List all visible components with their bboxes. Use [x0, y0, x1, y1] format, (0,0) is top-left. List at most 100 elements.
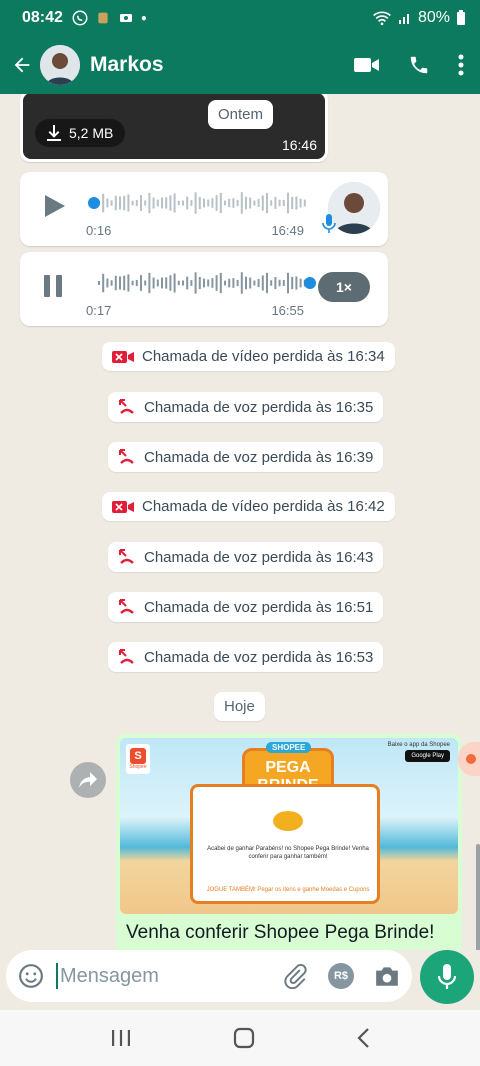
nav-back-icon[interactable]	[356, 1027, 370, 1049]
waveform-bar	[140, 195, 142, 211]
arrow-left-icon	[14, 57, 30, 73]
pause-icon[interactable]	[42, 274, 66, 298]
waveform-bar	[287, 272, 289, 294]
waveform-bar	[228, 278, 231, 288]
video-thumbnail: 5,2 MB 16:46	[23, 94, 325, 159]
waveform-bar	[232, 198, 235, 208]
waveform-bar	[148, 272, 151, 294]
waveform-bar	[224, 200, 226, 206]
google-play-caption: Baixe o app da Shopee	[387, 742, 450, 748]
waveform-bar	[161, 197, 163, 209]
shopee-label: Shopee	[129, 764, 147, 770]
playback-speed-button[interactable]: 1×	[318, 272, 370, 302]
waveform-bar	[303, 199, 306, 207]
missed-call-text: Chamada de voz perdida às 16:53	[144, 648, 374, 666]
playhead-handle[interactable]	[88, 197, 100, 209]
waveform-bar	[169, 275, 172, 291]
playhead-handle[interactable]	[304, 277, 316, 289]
audio-time-2: 16:55	[271, 303, 304, 318]
waveform-bar	[295, 276, 298, 290]
recent-apps-icon[interactable]	[110, 1029, 132, 1047]
waveform-bar	[224, 280, 226, 286]
waveform-bar	[198, 196, 201, 210]
floating-bubble[interactable]	[458, 742, 480, 776]
forward-button[interactable]	[70, 762, 106, 798]
link-preview-message[interactable]: S Shopee PEGA BRINDE SHOPEE Baixe o app …	[116, 734, 462, 950]
home-icon[interactable]	[233, 1027, 255, 1049]
missed-voice-call-icon	[119, 649, 134, 664]
waveform-bar	[219, 272, 222, 294]
missed-call-text: Chamada de voz perdida às 16:35	[144, 398, 374, 416]
waveform-bar	[211, 278, 214, 288]
missed-call-5[interactable]: Chamada de voz perdida às 16:43	[108, 542, 384, 572]
waveform-bar	[215, 275, 218, 291]
camera-icon[interactable]	[374, 964, 400, 988]
waveform-bar	[152, 197, 155, 209]
link-preview-image[interactable]: S Shopee PEGA BRINDE SHOPEE Baixe o app …	[120, 738, 458, 914]
missed-voice-call-icon	[119, 399, 134, 414]
video-time: 16:46	[281, 137, 317, 153]
missed-call-7[interactable]: Chamada de voz perdida às 16:53	[108, 642, 384, 672]
scrollbar[interactable]	[476, 844, 480, 950]
payment-icon[interactable]: R$	[328, 963, 354, 989]
waveform-bar	[282, 199, 285, 207]
forward-icon	[79, 772, 97, 788]
whatsapp-notification-icon	[72, 10, 88, 26]
signal-icon	[398, 14, 409, 24]
voice-message-1[interactable]: 0:16 16:49	[20, 172, 388, 246]
message-input[interactable]: Mensagem	[56, 963, 282, 989]
waveform-bar	[123, 275, 126, 291]
waveform-bar	[156, 199, 159, 207]
emoji-icon[interactable]	[18, 963, 44, 989]
missed-voice-call-icon	[119, 449, 134, 464]
waveform-bar	[278, 199, 281, 207]
chat-header: Markos	[0, 36, 480, 94]
waveform-bar	[257, 198, 260, 208]
waveform-bar	[127, 194, 130, 212]
waveform-bar	[203, 198, 205, 208]
waveform-bar	[207, 199, 210, 207]
missed-call-4[interactable]: Chamada de vídeo perdida às 16:42	[102, 492, 395, 521]
waveform-bar	[249, 197, 252, 209]
download-button[interactable]: 5,2 MB	[35, 119, 126, 147]
app-notification-icon	[98, 12, 108, 24]
waveform-2[interactable]	[88, 268, 318, 298]
contact-avatar[interactable]	[40, 45, 80, 85]
waveform-bar	[110, 200, 113, 206]
waveform-bar	[270, 200, 273, 206]
phone-call-icon[interactable]	[408, 54, 430, 76]
waveform-bar	[135, 279, 138, 287]
missed-call-2[interactable]: Chamada de voz perdida às 16:35	[108, 392, 384, 422]
waveform-bar	[102, 193, 105, 213]
shopee-bag-icon: S	[130, 748, 146, 764]
missed-call-text: Chamada de vídeo perdida às 16:42	[142, 498, 385, 515]
missed-call-3[interactable]: Chamada de voz perdida às 16:39	[108, 442, 384, 472]
back-button[interactable]	[4, 45, 40, 85]
video-message[interactable]: 5,2 MB 16:46	[20, 94, 328, 162]
waveform-bar	[131, 200, 134, 206]
contact-name[interactable]: Markos	[90, 53, 164, 77]
missed-call-text: Chamada de vídeo perdida às 16:34	[142, 348, 385, 365]
waveform-bar	[266, 272, 268, 294]
voice-record-button[interactable]	[420, 950, 474, 1004]
waveform-bar	[114, 275, 117, 291]
video-call-icon[interactable]	[354, 55, 380, 75]
voice-message-2[interactable]: 0:17 16:55 1×	[20, 252, 388, 326]
waveform-bar	[110, 280, 113, 286]
more-notifications-dot: ●	[140, 12, 147, 24]
waveform-bar	[236, 199, 239, 207]
waveform-bar	[240, 192, 243, 214]
waveform-1[interactable]	[88, 188, 318, 218]
attach-icon[interactable]	[282, 963, 308, 989]
missed-call-1[interactable]: Chamada de vídeo perdida às 16:34	[102, 342, 395, 371]
waveform-bar	[123, 195, 126, 211]
waveform-bar	[98, 281, 100, 285]
more-options-icon[interactable]	[458, 54, 464, 76]
waveform-bar	[291, 196, 294, 210]
google-play-badge: Baixe o app da Shopee Google Play	[388, 742, 450, 762]
missed-call-6[interactable]: Chamada de voz perdida às 16:51	[108, 592, 384, 622]
waveform-bar	[161, 277, 163, 289]
play-icon[interactable]	[42, 194, 66, 218]
waveform-bar	[114, 195, 117, 211]
waveform-bar	[211, 198, 214, 208]
